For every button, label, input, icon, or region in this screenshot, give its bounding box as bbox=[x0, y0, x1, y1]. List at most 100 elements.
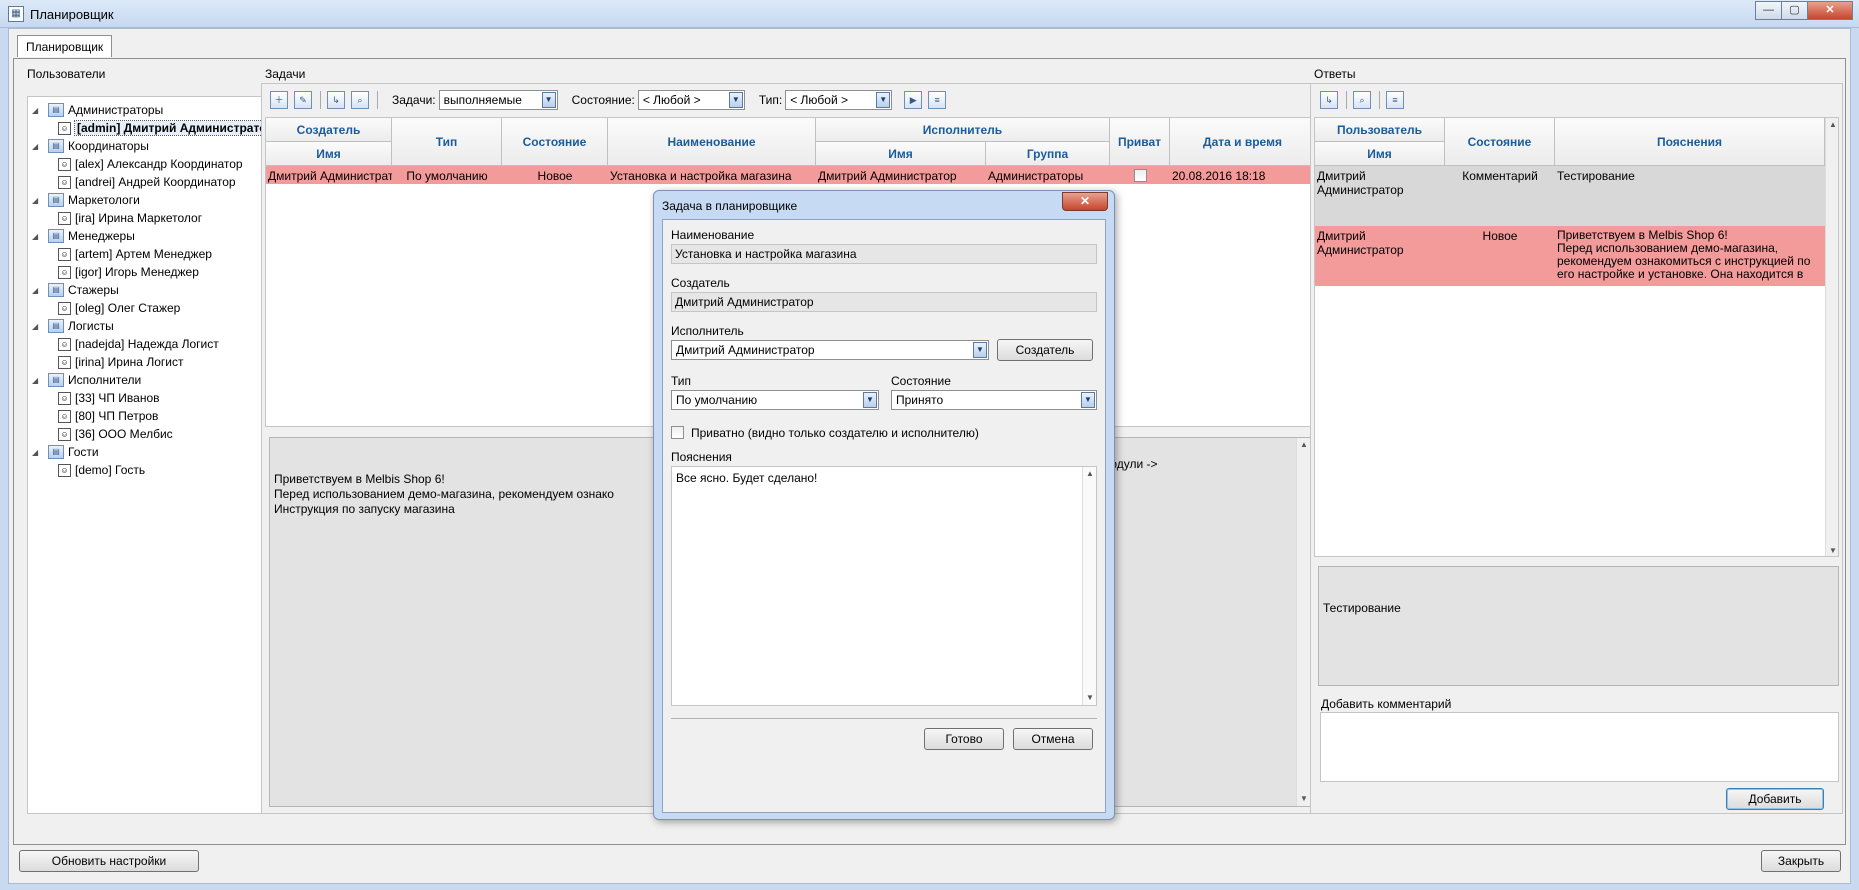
col-name[interactable]: Наименование bbox=[608, 118, 816, 166]
answers-scrollbar[interactable]: ▲ ▼ bbox=[1825, 118, 1838, 556]
task-executor: Дмитрий Администратор bbox=[818, 169, 957, 183]
refresh-settings-button[interactable]: Обновить настройки bbox=[19, 850, 199, 872]
user-icon: ☺ bbox=[58, 337, 71, 351]
tree-user-label: [igor] Игорь Менеджер bbox=[75, 265, 199, 279]
dialog-state-select[interactable]: Принято ▼ bbox=[891, 390, 1097, 410]
answer-detail[interactable]: Тестирование bbox=[1318, 566, 1839, 686]
tasks-filter-select[interactable]: выполняемые ▼ bbox=[438, 90, 558, 110]
description-scrollbar[interactable]: ▲ ▼ bbox=[1296, 438, 1310, 806]
user-icon: ☺ bbox=[58, 211, 71, 225]
run-icon[interactable]: ▶ bbox=[904, 91, 923, 109]
chevron-down-icon[interactable]: ▼ bbox=[876, 92, 891, 108]
scroll-up-icon[interactable]: ▲ bbox=[1297, 438, 1311, 452]
answers-grid[interactable]: Пользователь Имя Состояние Пояснения Дми… bbox=[1314, 117, 1839, 557]
add-answer-icon[interactable]: ↳ bbox=[1320, 91, 1338, 109]
col-creator-name[interactable]: Имя bbox=[266, 142, 392, 166]
collapse-triangle-icon[interactable]: ◢ bbox=[32, 448, 42, 457]
chevron-down-icon[interactable]: ▼ bbox=[863, 392, 877, 408]
scroll-down-icon[interactable]: ▼ bbox=[1083, 691, 1097, 705]
collapse-triangle-icon[interactable]: ◢ bbox=[32, 286, 42, 295]
answer-state: Новое bbox=[1482, 229, 1518, 243]
collapse-triangle-icon[interactable]: ◢ bbox=[32, 106, 42, 115]
dialog-divider bbox=[671, 718, 1097, 719]
chevron-down-icon[interactable]: ▼ bbox=[541, 92, 556, 108]
dialog-ok-button[interactable]: Готово bbox=[924, 728, 1004, 750]
dialog-creator-button[interactable]: Создатель bbox=[997, 339, 1093, 361]
user-icon: ☺ bbox=[58, 409, 71, 423]
col-private[interactable]: Приват bbox=[1110, 118, 1170, 166]
chevron-down-icon[interactable]: ▼ bbox=[973, 342, 987, 358]
scroll-up-icon[interactable]: ▲ bbox=[1083, 467, 1097, 481]
tree-group-label: Исполнители bbox=[68, 373, 142, 387]
chevron-down-icon[interactable]: ▼ bbox=[728, 92, 743, 108]
tree-group-label: Логисты bbox=[68, 319, 114, 333]
tasks-toolbar: ＋ ✎ ↳ ⌕ Задачи: выполняемые ▼ Состояние:… bbox=[270, 87, 952, 113]
group-icon: ▤ bbox=[48, 193, 64, 207]
dialog-cancel-button[interactable]: Отмена bbox=[1013, 728, 1093, 750]
close-window-button[interactable]: ✕ bbox=[1807, 1, 1853, 20]
comment-input[interactable] bbox=[1320, 712, 1839, 782]
tab-planner[interactable]: Планировщик bbox=[17, 35, 113, 57]
dialog-notes-scrollbar[interactable]: ▲ ▼ bbox=[1082, 467, 1096, 705]
minimize-button[interactable]: — bbox=[1755, 1, 1782, 20]
collapse-triangle-icon[interactable]: ◢ bbox=[32, 322, 42, 331]
tasks-filter-label: Задачи: bbox=[392, 93, 436, 107]
col-state[interactable]: Состояние bbox=[502, 118, 608, 166]
chevron-down-icon[interactable]: ▼ bbox=[1081, 392, 1095, 408]
col-notes[interactable]: Пояснения bbox=[1555, 118, 1825, 166]
scroll-down-icon[interactable]: ▼ bbox=[1297, 792, 1311, 806]
list-icon[interactable]: ≡ bbox=[1386, 91, 1404, 109]
dialog-notes-input[interactable]: Все ясно. Будет сделано! ▲ ▼ bbox=[671, 466, 1097, 706]
list-icon[interactable]: ≡ bbox=[928, 91, 947, 109]
task-private-checkbox[interactable] bbox=[1134, 169, 1147, 182]
tree-user-label: [oleg] Олег Стажер bbox=[75, 301, 181, 315]
dialog-private-checkbox[interactable] bbox=[671, 426, 684, 439]
state-filter-label: Состояние: bbox=[571, 93, 635, 107]
tree-group-label: Администраторы bbox=[68, 103, 164, 117]
col-executor[interactable]: Исполнитель bbox=[816, 118, 1110, 142]
collapse-triangle-icon[interactable]: ◢ bbox=[32, 142, 42, 151]
col-creator[interactable]: Создатель bbox=[266, 118, 392, 142]
group-icon: ▤ bbox=[48, 103, 64, 117]
col-type[interactable]: Тип bbox=[392, 118, 502, 166]
dialog-close-button[interactable]: ✕ bbox=[1062, 192, 1108, 211]
col-answer-state[interactable]: Состояние bbox=[1445, 118, 1555, 166]
dialog-creator-field[interactable]: Дмитрий Администратор bbox=[671, 292, 1097, 312]
add-button[interactable]: Добавить bbox=[1726, 788, 1824, 810]
answer-detail-text: Тестирование bbox=[1323, 601, 1401, 615]
collapse-triangle-icon[interactable]: ◢ bbox=[32, 196, 42, 205]
col-executor-group[interactable]: Группа bbox=[986, 142, 1110, 166]
new-task-icon[interactable]: ＋ bbox=[270, 91, 288, 109]
tree-user-label: [ira] Ирина Маркетолог bbox=[75, 211, 203, 225]
dialog-name-field[interactable]: Установка и настройка магазина bbox=[671, 244, 1097, 264]
maximize-button[interactable]: ▢ bbox=[1781, 1, 1808, 20]
window-title: Планировщик bbox=[30, 7, 114, 22]
dialog-notes-text: Все ясно. Будет сделано! bbox=[676, 471, 818, 485]
answer-state: Комментарий bbox=[1462, 169, 1538, 183]
edit-task-icon[interactable]: ✎ bbox=[294, 91, 312, 109]
task-state: Новое bbox=[537, 169, 573, 183]
user-icon: ☺ bbox=[58, 175, 71, 189]
col-datetime[interactable]: Дата и время bbox=[1170, 118, 1314, 166]
dialog-executor-select[interactable]: Дмитрий Администратор ▼ bbox=[671, 340, 989, 360]
col-executor-name[interactable]: Имя bbox=[816, 142, 986, 166]
tree-group-label: Гости bbox=[68, 445, 99, 459]
toolbar-separator bbox=[1379, 91, 1380, 109]
dialog-executor-label: Исполнитель bbox=[671, 324, 744, 338]
col-user-name[interactable]: Имя bbox=[1315, 142, 1445, 166]
type-filter-select[interactable]: < Любой > ▼ bbox=[785, 90, 893, 110]
scroll-up-icon[interactable]: ▲ bbox=[1826, 118, 1838, 132]
col-user[interactable]: Пользователь bbox=[1315, 118, 1445, 142]
collapse-triangle-icon[interactable]: ◢ bbox=[32, 232, 42, 241]
search-answer-icon[interactable]: ⌕ bbox=[1353, 91, 1371, 109]
add-answer-icon[interactable]: ↳ bbox=[327, 91, 345, 109]
app-icon: ▦ bbox=[8, 6, 24, 22]
dialog-type-select[interactable]: По умолчанию ▼ bbox=[671, 390, 879, 410]
collapse-triangle-icon[interactable]: ◢ bbox=[32, 376, 42, 385]
group-icon: ▤ bbox=[48, 319, 64, 333]
dialog-type-label: Тип bbox=[671, 374, 692, 388]
scroll-down-icon[interactable]: ▼ bbox=[1826, 544, 1838, 556]
state-filter-select[interactable]: < Любой > ▼ bbox=[637, 90, 745, 110]
close-button[interactable]: Закрыть bbox=[1761, 850, 1841, 872]
search-task-icon[interactable]: ⌕ bbox=[351, 91, 369, 109]
